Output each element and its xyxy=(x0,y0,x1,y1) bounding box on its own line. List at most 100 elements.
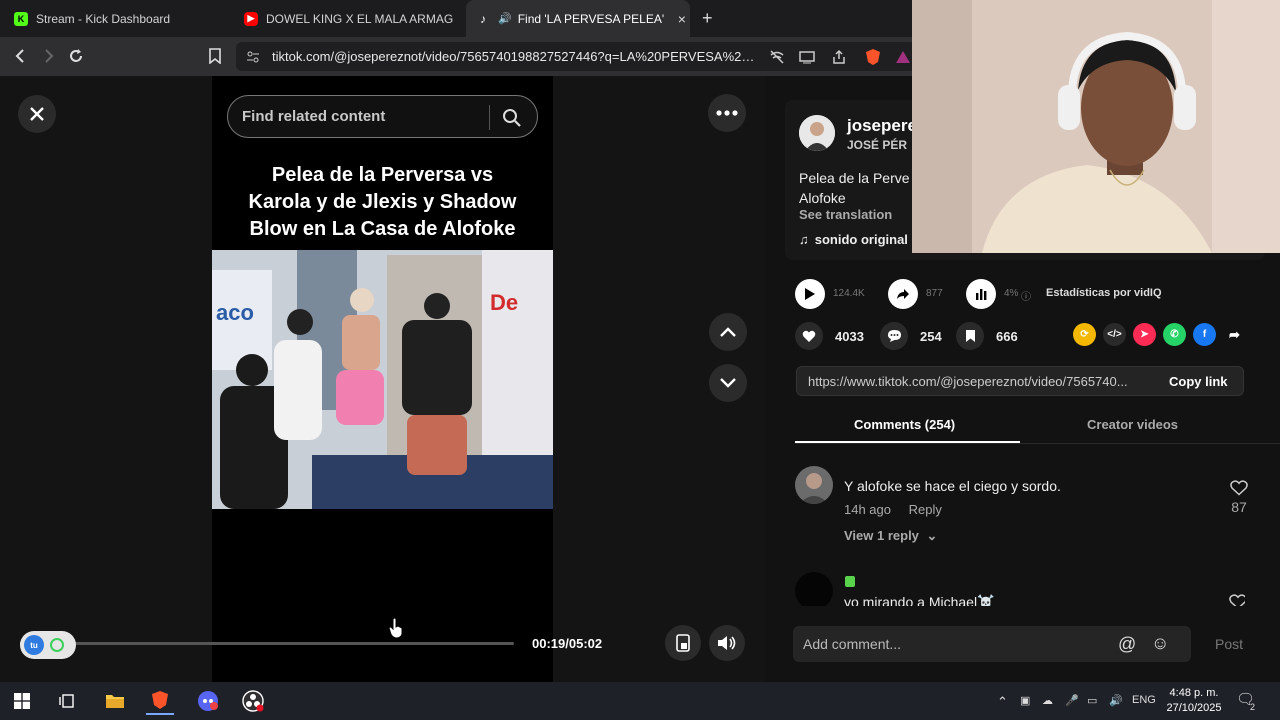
task-view-icon[interactable] xyxy=(53,687,81,715)
tab-creator-videos[interactable]: Creator videos xyxy=(1087,417,1178,432)
overlay-app-icon: tu xyxy=(24,635,44,655)
tray-app-icon[interactable]: ▣ xyxy=(1020,694,1030,707)
search-icon[interactable] xyxy=(500,106,524,130)
brave-shields-icon[interactable] xyxy=(864,48,882,66)
floating-player-icon xyxy=(676,634,690,652)
volume-button[interactable] xyxy=(709,625,745,661)
picture-in-picture-button[interactable] xyxy=(665,625,701,661)
save-button[interactable]: 666 xyxy=(956,322,1018,350)
svg-text:De: De xyxy=(490,290,518,315)
tab-comments[interactable]: Comments (254) xyxy=(854,417,955,432)
heart-outline-icon[interactable] xyxy=(1229,594,1245,606)
comment-avatar[interactable] xyxy=(795,466,833,504)
tray-overflow-icon[interactable]: ⌃ xyxy=(997,694,1008,710)
obs-taskbar-icon[interactable] xyxy=(239,687,267,715)
video-player[interactable]: Find related content Pelea de la Pervers… xyxy=(212,76,553,682)
emoji-icon[interactable]: ☺ xyxy=(1151,633,1169,654)
speaker-icon[interactable]: 🔊 xyxy=(1109,694,1123,707)
find-related-search[interactable]: Find related content xyxy=(227,95,538,138)
bookmark-icon[interactable] xyxy=(204,45,226,67)
brave-rewards-icon[interactable] xyxy=(894,48,912,66)
close-icon xyxy=(30,107,44,121)
network-icon[interactable]: ▭ xyxy=(1087,694,1097,707)
tab-tiktok-active[interactable]: ♪ 🔊 Find 'LA PERVESA PELEA' on T × xyxy=(466,0,690,37)
power-icon xyxy=(50,638,64,652)
cast-icon[interactable] xyxy=(798,48,816,66)
windows-start-icon[interactable] xyxy=(8,687,36,715)
more-options-button[interactable] xyxy=(708,94,746,132)
clock-date: 27/10/2025 xyxy=(1166,702,1222,714)
comment-meta: 14h ago Reply xyxy=(844,502,942,517)
comment-like-count: 87 xyxy=(1231,499,1247,515)
svg-text:aco: aco xyxy=(216,300,254,325)
tiktok-viewer: Find related content Pelea de la Pervers… xyxy=(0,0,1280,682)
video-progress-bar[interactable] xyxy=(20,642,514,645)
chevron-up-icon xyxy=(720,327,736,337)
comment-text: Y alofoke se hace el ciego y sordo. xyxy=(844,478,1061,494)
sound-name: sonido original xyxy=(814,232,908,247)
send-to-friends-icon[interactable]: ➤ xyxy=(1133,323,1156,346)
more-share-icon[interactable]: ➦ xyxy=(1223,323,1246,346)
reply-link[interactable]: Reply xyxy=(909,502,942,517)
close-tab-icon[interactable]: × xyxy=(678,11,686,27)
embed-icon[interactable]: </> xyxy=(1103,323,1126,346)
view-replies-link[interactable]: View 1 reply ⌄ xyxy=(844,528,937,544)
copy-link-button[interactable]: Copy link xyxy=(1169,374,1228,389)
creator-display-name: JOSÉ PÉR xyxy=(847,138,908,152)
kick-icon: K xyxy=(14,11,28,26)
tab-kick-dashboard[interactable]: K Stream - Kick Dashboard xyxy=(14,0,234,37)
add-comment-input[interactable]: Add comment... @ ☺ xyxy=(793,626,1191,662)
cloud-icon[interactable]: ☁ xyxy=(1042,694,1053,707)
post-comment-button[interactable]: Post xyxy=(1215,636,1243,652)
info-icon[interactable]: ⓘ xyxy=(1021,288,1031,303)
video-title-overlay: Pelea de la Perversa vs Karola y de Jlex… xyxy=(248,164,517,240)
url-text[interactable]: tiktok.com/@josepereznot/video/756574019… xyxy=(272,49,758,64)
youtube-icon: ▶ xyxy=(244,11,258,26)
file-explorer-icon[interactable] xyxy=(101,687,129,715)
more-dots-icon xyxy=(716,110,738,116)
share-icon[interactable] xyxy=(830,48,848,66)
input-language[interactable]: ENG xyxy=(1132,694,1156,706)
new-tab-button[interactable]: + xyxy=(702,8,713,29)
bar-chart-icon xyxy=(966,279,996,309)
mouse-hand-cursor-icon xyxy=(388,617,403,639)
omnibox[interactable]: tiktok.com/@josepereznot/video/756574019… xyxy=(236,42,916,71)
microphone-icon[interactable]: 🎤 xyxy=(1065,694,1079,707)
no-tracking-icon[interactable] xyxy=(768,48,786,66)
comment-like[interactable]: 87 xyxy=(1219,480,1259,515)
whatsapp-icon[interactable]: ✆ xyxy=(1163,323,1186,346)
close-video-button[interactable] xyxy=(18,95,56,133)
streaming-overlay-widget: tu xyxy=(20,631,76,659)
comment-button[interactable]: 254 xyxy=(880,322,942,350)
save-count: 666 xyxy=(996,328,1018,344)
creator-avatar[interactable] xyxy=(799,115,835,151)
tab-youtube[interactable]: ▶ DOWEL KING X EL MALA ARMAGEDO xyxy=(244,0,454,37)
brave-browser-taskbar-icon[interactable] xyxy=(146,687,174,715)
reload-icon[interactable] xyxy=(65,45,87,67)
back-icon[interactable] xyxy=(10,45,32,67)
system-clock[interactable]: 4:48 p. m. 27/10/2025 xyxy=(1162,686,1226,716)
video-link-text[interactable]: https://www.tiktok.com/@josepereznot/vid… xyxy=(808,374,1153,389)
repost-icon[interactable]: ⟳ xyxy=(1073,323,1096,346)
creator-username[interactable]: josepere xyxy=(847,116,917,136)
search-divider xyxy=(489,105,490,130)
see-translation-link[interactable]: See translation xyxy=(799,207,892,222)
forward-icon[interactable] xyxy=(37,45,59,67)
sound-link[interactable]: ♫ sonido original xyxy=(799,232,908,247)
video-stage: Find related content Pelea de la Pervers… xyxy=(0,76,765,682)
heart-icon xyxy=(795,322,823,350)
previous-video-button[interactable] xyxy=(709,313,747,351)
audio-playing-icon: 🔊 xyxy=(498,13,512,25)
vidiq-label[interactable]: Estadísticas por vidIQ xyxy=(1046,287,1162,299)
like-button[interactable]: 4033 xyxy=(795,322,864,350)
battery-emoji-icon xyxy=(845,576,855,587)
engagement-percent: 4% xyxy=(1004,288,1019,299)
comment-avatar[interactable] xyxy=(795,572,833,606)
comment-count: 254 xyxy=(920,328,942,344)
site-settings-icon[interactable] xyxy=(244,48,262,66)
engagement-actions-row: 4033 254 666 ⟳ </> ➤ ✆ f ➦ xyxy=(795,320,1255,350)
next-video-button[interactable] xyxy=(709,364,747,402)
discord-taskbar-icon[interactable] xyxy=(194,687,222,715)
mention-icon[interactable]: @ xyxy=(1118,634,1136,655)
facebook-icon[interactable]: f xyxy=(1193,323,1216,346)
